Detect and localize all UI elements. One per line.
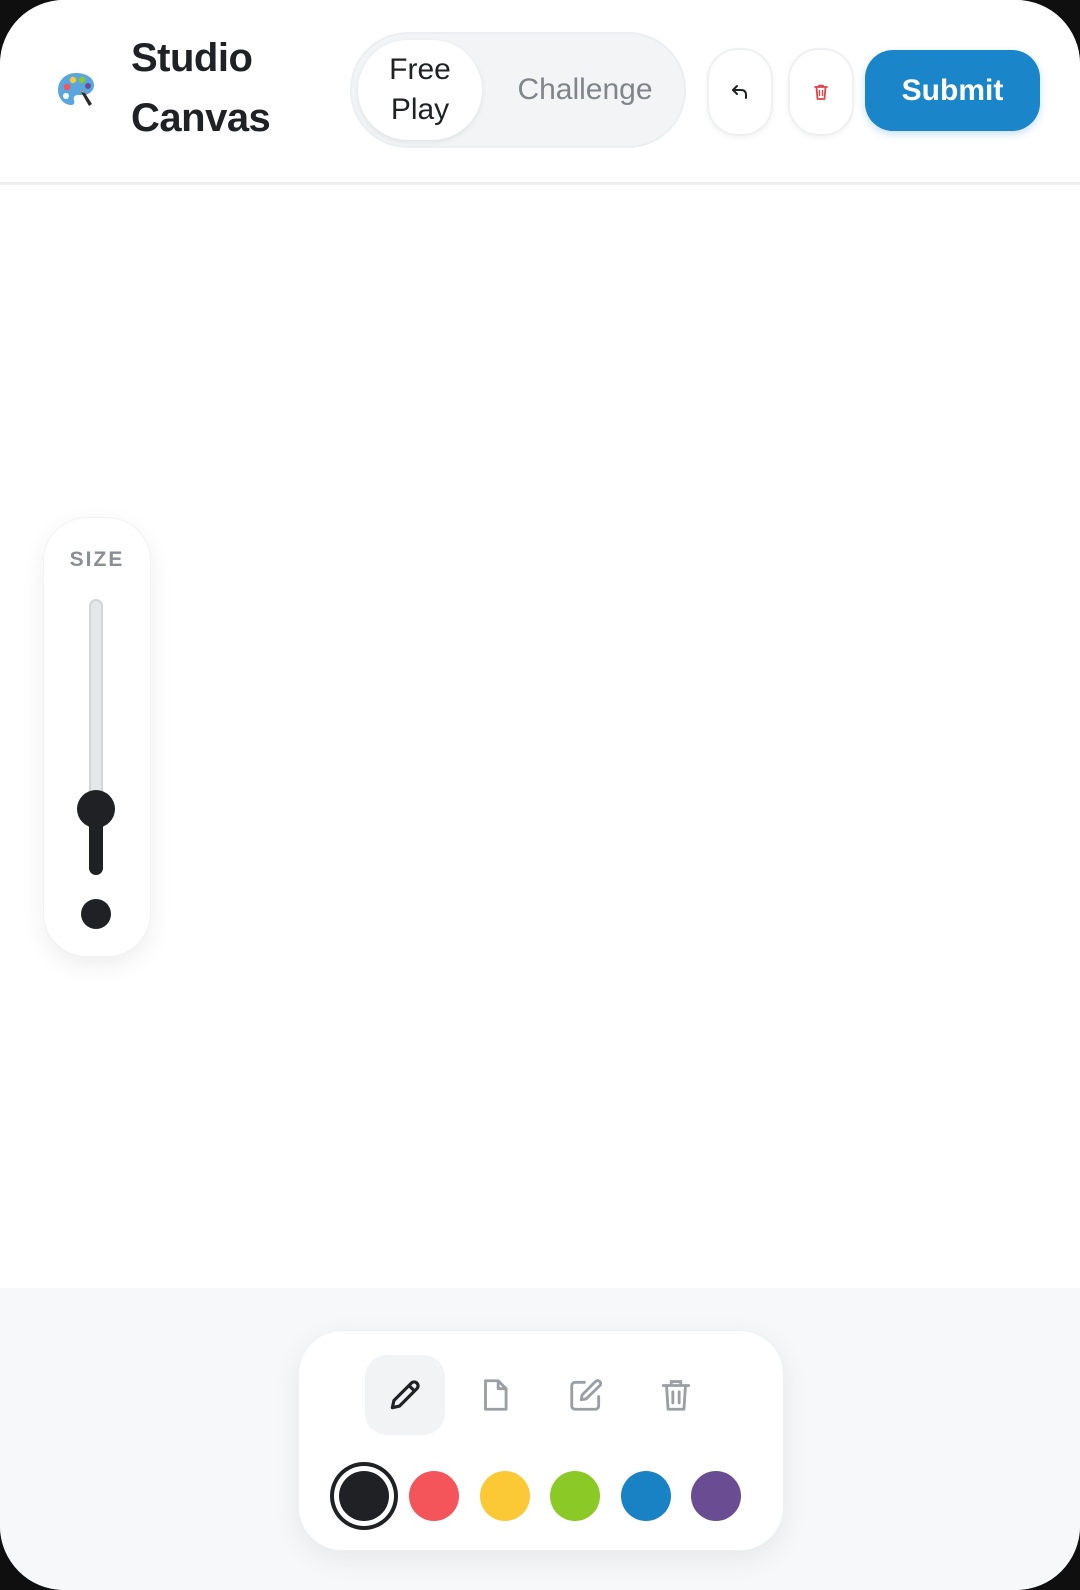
app-title: Studio Canvas [131,36,271,140]
drawing-canvas[interactable] [0,185,1080,1288]
size-label: SIZE [69,548,125,571]
trash-icon [814,84,828,100]
color-swatch-black[interactable] [339,1471,389,1521]
mode-toggle: Free Play Challenge [350,32,686,148]
palette-icon [58,73,94,106]
clear-canvas-button[interactable] [788,48,854,136]
submit-button[interactable]: Submit [865,50,1040,131]
trash-icon [661,1380,691,1411]
undo-icon [732,85,747,99]
top-bar: Studio Canvas Free Play Challenge Submit [0,0,1080,185]
brush-size-preview [81,899,111,929]
brush-size-panel: SIZE [43,517,151,957]
mode-challenge[interactable]: Challenge [490,40,680,140]
delete-tool-button[interactable] [636,1355,716,1435]
undo-button[interactable] [707,48,773,136]
document-icon [484,1379,508,1411]
document-tool-button[interactable] [455,1355,535,1435]
pencil-tool-button[interactable] [365,1355,445,1435]
color-swatch-red[interactable] [409,1471,459,1521]
edit-icon [570,1379,603,1411]
size-slider-handle[interactable] [77,790,115,828]
color-swatch-green[interactable] [550,1471,600,1521]
color-swatch-yellow[interactable] [480,1471,530,1521]
tool-palette [298,1330,784,1551]
mode-free-play[interactable]: Free Play [358,40,482,140]
edit-tool-button[interactable] [546,1355,626,1435]
color-swatch-blue[interactable] [621,1471,671,1521]
color-swatch-purple[interactable] [691,1471,741,1521]
pencil-icon [390,1380,420,1410]
app-screen: Studio Canvas Free Play Challenge Submit… [0,0,1080,1590]
